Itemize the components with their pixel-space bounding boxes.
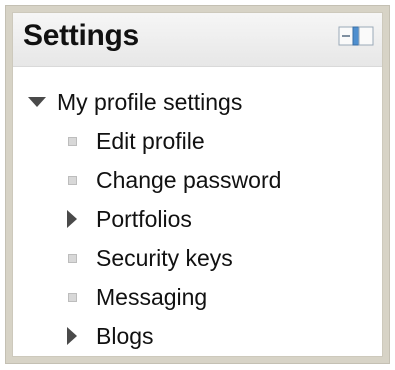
bullet-icon — [62, 243, 82, 273]
tree-item-label[interactable]: Blogs — [96, 323, 154, 350]
settings-block: Settings My profile settings Edit profil… — [5, 5, 390, 364]
bullet-icon — [62, 282, 82, 312]
tree-item-change-password[interactable]: Change password — [62, 165, 281, 195]
tree-root-label[interactable]: My profile settings — [57, 89, 242, 116]
triangle-right-icon[interactable] — [62, 204, 82, 234]
dock-block-icon[interactable] — [338, 25, 374, 47]
tree-item-label[interactable]: Messaging — [96, 284, 207, 311]
tree-root-my-profile-settings[interactable]: My profile settings — [27, 87, 242, 117]
tree-item-label[interactable]: Edit profile — [96, 128, 205, 155]
tree-item-edit-profile[interactable]: Edit profile — [62, 126, 205, 156]
block-title: Settings — [23, 19, 139, 52]
bullet-icon — [62, 126, 82, 156]
triangle-down-icon[interactable] — [27, 87, 47, 117]
tree-item-blogs[interactable]: Blogs — [62, 321, 154, 351]
tree-item-label[interactable]: Change password — [96, 167, 281, 194]
bullet-icon — [62, 165, 82, 195]
block-header: Settings — [13, 13, 382, 67]
tree-item-messaging[interactable]: Messaging — [62, 282, 207, 312]
settings-block-content: Settings My profile settings Edit profil… — [12, 12, 383, 357]
tree-item-label[interactable]: Security keys — [96, 245, 233, 272]
triangle-right-icon[interactable] — [62, 321, 82, 351]
tree-item-security-keys[interactable]: Security keys — [62, 243, 233, 273]
tree-item-portfolios[interactable]: Portfolios — [62, 204, 192, 234]
tree-item-label[interactable]: Portfolios — [96, 206, 192, 233]
